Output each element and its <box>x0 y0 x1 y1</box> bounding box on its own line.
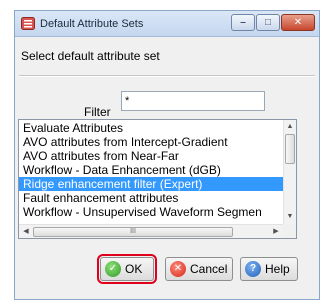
help-button[interactable]: ? Help <box>240 257 298 281</box>
horizontal-scroll-thumb[interactable]: III <box>33 227 233 237</box>
screen: Default Attribute Sets – □ ✕ Select defa… <box>0 0 324 306</box>
scroll-right-icon[interactable]: ▶ <box>270 225 282 238</box>
close-button[interactable]: ✕ <box>281 14 315 31</box>
cancel-icon: ✕ <box>170 261 186 277</box>
list-item[interactable]: Fault enhancement attributes <box>19 191 284 205</box>
scroll-down-icon[interactable]: ▼ <box>284 211 296 223</box>
filter-input[interactable] <box>121 91 265 111</box>
scrollbar-corner <box>283 224 296 238</box>
list-item-selected[interactable]: Ridge enhancement filter (Expert) <box>19 177 284 191</box>
horizontal-scrollbar[interactable]: ◀ III ▶ <box>19 224 283 238</box>
dialog: Default Attribute Sets – □ ✕ Select defa… <box>14 10 320 300</box>
close-icon: ✕ <box>293 17 303 28</box>
help-button-label: Help <box>265 262 290 276</box>
dialog-prompt: Select default attribute set <box>21 49 160 63</box>
list-item[interactable]: Workflow - Unsupervised Waveform Segmen <box>19 205 284 219</box>
scroll-up-icon[interactable]: ▲ <box>284 121 296 133</box>
separator <box>19 75 315 77</box>
list-item[interactable]: Evaluate Attributes <box>19 121 284 135</box>
attribute-set-list[interactable]: Evaluate Attributes AVO attributes from … <box>18 119 297 239</box>
window-title: Default Attribute Sets <box>40 18 144 30</box>
list-item[interactable]: AVO attributes from Near-Far <box>19 149 284 163</box>
minimize-icon: – <box>240 17 246 28</box>
scroll-left-icon[interactable]: ◀ <box>20 225 32 238</box>
ok-button[interactable]: ✓ OK <box>97 254 157 284</box>
list-items: Evaluate Attributes AVO attributes from … <box>19 121 284 219</box>
cancel-button-label: Cancel <box>190 262 228 276</box>
vertical-scroll-thumb[interactable] <box>285 134 295 164</box>
title-bar[interactable]: Default Attribute Sets – □ ✕ <box>15 11 319 37</box>
maximize-button[interactable]: □ <box>256 14 280 31</box>
vertical-scrollbar[interactable]: ▲ ▼ <box>283 120 296 224</box>
filter-label: Filter <box>84 105 111 119</box>
list-item[interactable]: Workflow - Data Enhancement (dGB) <box>19 163 284 177</box>
window-controls: – □ ✕ <box>231 14 315 31</box>
cancel-button[interactable]: ✕ Cancel <box>165 257 233 281</box>
list-item[interactable]: AVO attributes from Intercept-Gradient <box>19 135 284 149</box>
help-icon: ? <box>245 261 261 277</box>
maximize-icon: □ <box>264 17 272 28</box>
ok-button-label: OK <box>125 262 143 276</box>
minimize-button[interactable]: – <box>231 14 255 31</box>
app-icon <box>21 17 35 30</box>
check-icon: ✓ <box>105 261 121 277</box>
